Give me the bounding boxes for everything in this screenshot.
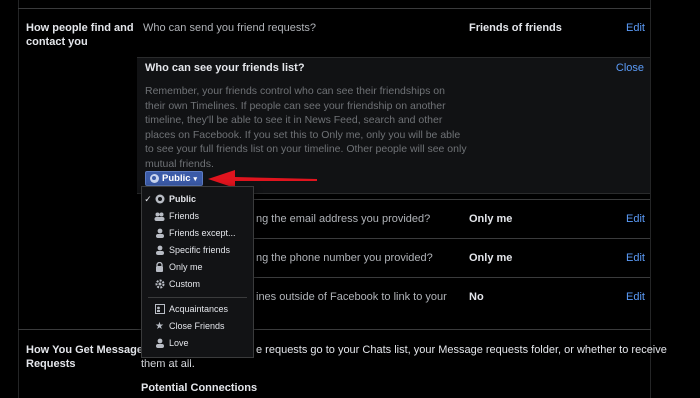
row-label-email: ng the email address you provided? <box>256 213 431 225</box>
left-border <box>18 0 19 398</box>
menu-item-love[interactable]: Love <box>142 335 253 351</box>
check-icon: ✓ <box>144 193 152 204</box>
row-value-phone: Only me <box>469 252 513 264</box>
menu-item-only-me[interactable]: Only me <box>142 259 253 275</box>
star-icon: ★ <box>155 320 164 332</box>
row-divider <box>252 199 650 200</box>
menu-item-acquaintances[interactable]: Acquaintances <box>142 301 253 317</box>
edit-phone-link[interactable]: Edit <box>626 252 645 264</box>
audience-label: Public <box>162 173 191 184</box>
edit-email-link[interactable]: Edit <box>626 213 645 225</box>
section-title-message-requests: How You Get Message Requests <box>26 344 143 370</box>
menu-item-friends-except[interactable]: Friends except... <box>142 225 253 241</box>
message-requests-text: e requests go to your Chats list, your M… <box>256 344 667 356</box>
globe-icon <box>154 194 165 204</box>
specific-friends-icon <box>154 245 165 255</box>
potential-connections-heading: Potential Connections <box>141 382 258 394</box>
menu-item-public[interactable]: ✓ Public <box>142 191 253 207</box>
globe-icon <box>150 174 159 183</box>
row-value-email: Only me <box>469 213 513 225</box>
panel-description: Remember, your friends control who can s… <box>145 85 467 170</box>
edit-search-engines-link[interactable]: Edit <box>626 291 645 303</box>
audience-dropdown-menu: ✓ Public Friends Friends except... Speci… <box>141 186 254 358</box>
chevron-down-icon: ▾ <box>193 175 198 183</box>
right-border <box>650 0 651 398</box>
person-icon <box>154 338 165 348</box>
menu-separator <box>148 297 247 298</box>
panel-title: Who can see your friends list? <box>145 62 305 74</box>
row-divider <box>252 238 650 239</box>
row-value-friend-requests: Friends of friends <box>469 22 562 34</box>
section-title-find-contact: How people find and contact you <box>26 22 134 48</box>
row-divider <box>252 277 650 278</box>
row-value-search-engines: No <box>469 291 484 303</box>
row-label-friend-requests: Who can send you friend requests? <box>143 22 317 34</box>
close-link[interactable]: Close <box>616 62 644 74</box>
edit-friend-requests-link[interactable]: Edit <box>626 22 645 34</box>
friends-except-icon <box>154 228 165 238</box>
section-divider <box>18 329 651 330</box>
menu-item-custom[interactable]: Custom <box>142 276 253 292</box>
row-label-search-engines: ines outside of Facebook to link to your <box>256 291 447 303</box>
menu-item-specific-friends[interactable]: Specific friends <box>142 242 253 258</box>
gear-icon <box>154 279 165 289</box>
audience-selector-button[interactable]: Public ▾ <box>145 171 203 186</box>
list-icon <box>154 304 165 314</box>
row-label-phone: ng the phone number you provided? <box>256 252 433 264</box>
message-requests-text-cont: them at all. <box>141 358 195 370</box>
lock-icon <box>154 262 165 272</box>
friends-icon <box>154 211 165 221</box>
top-divider <box>18 8 651 9</box>
menu-item-close-friends[interactable]: ★ Close Friends <box>142 318 253 334</box>
menu-item-friends[interactable]: Friends <box>142 208 253 224</box>
